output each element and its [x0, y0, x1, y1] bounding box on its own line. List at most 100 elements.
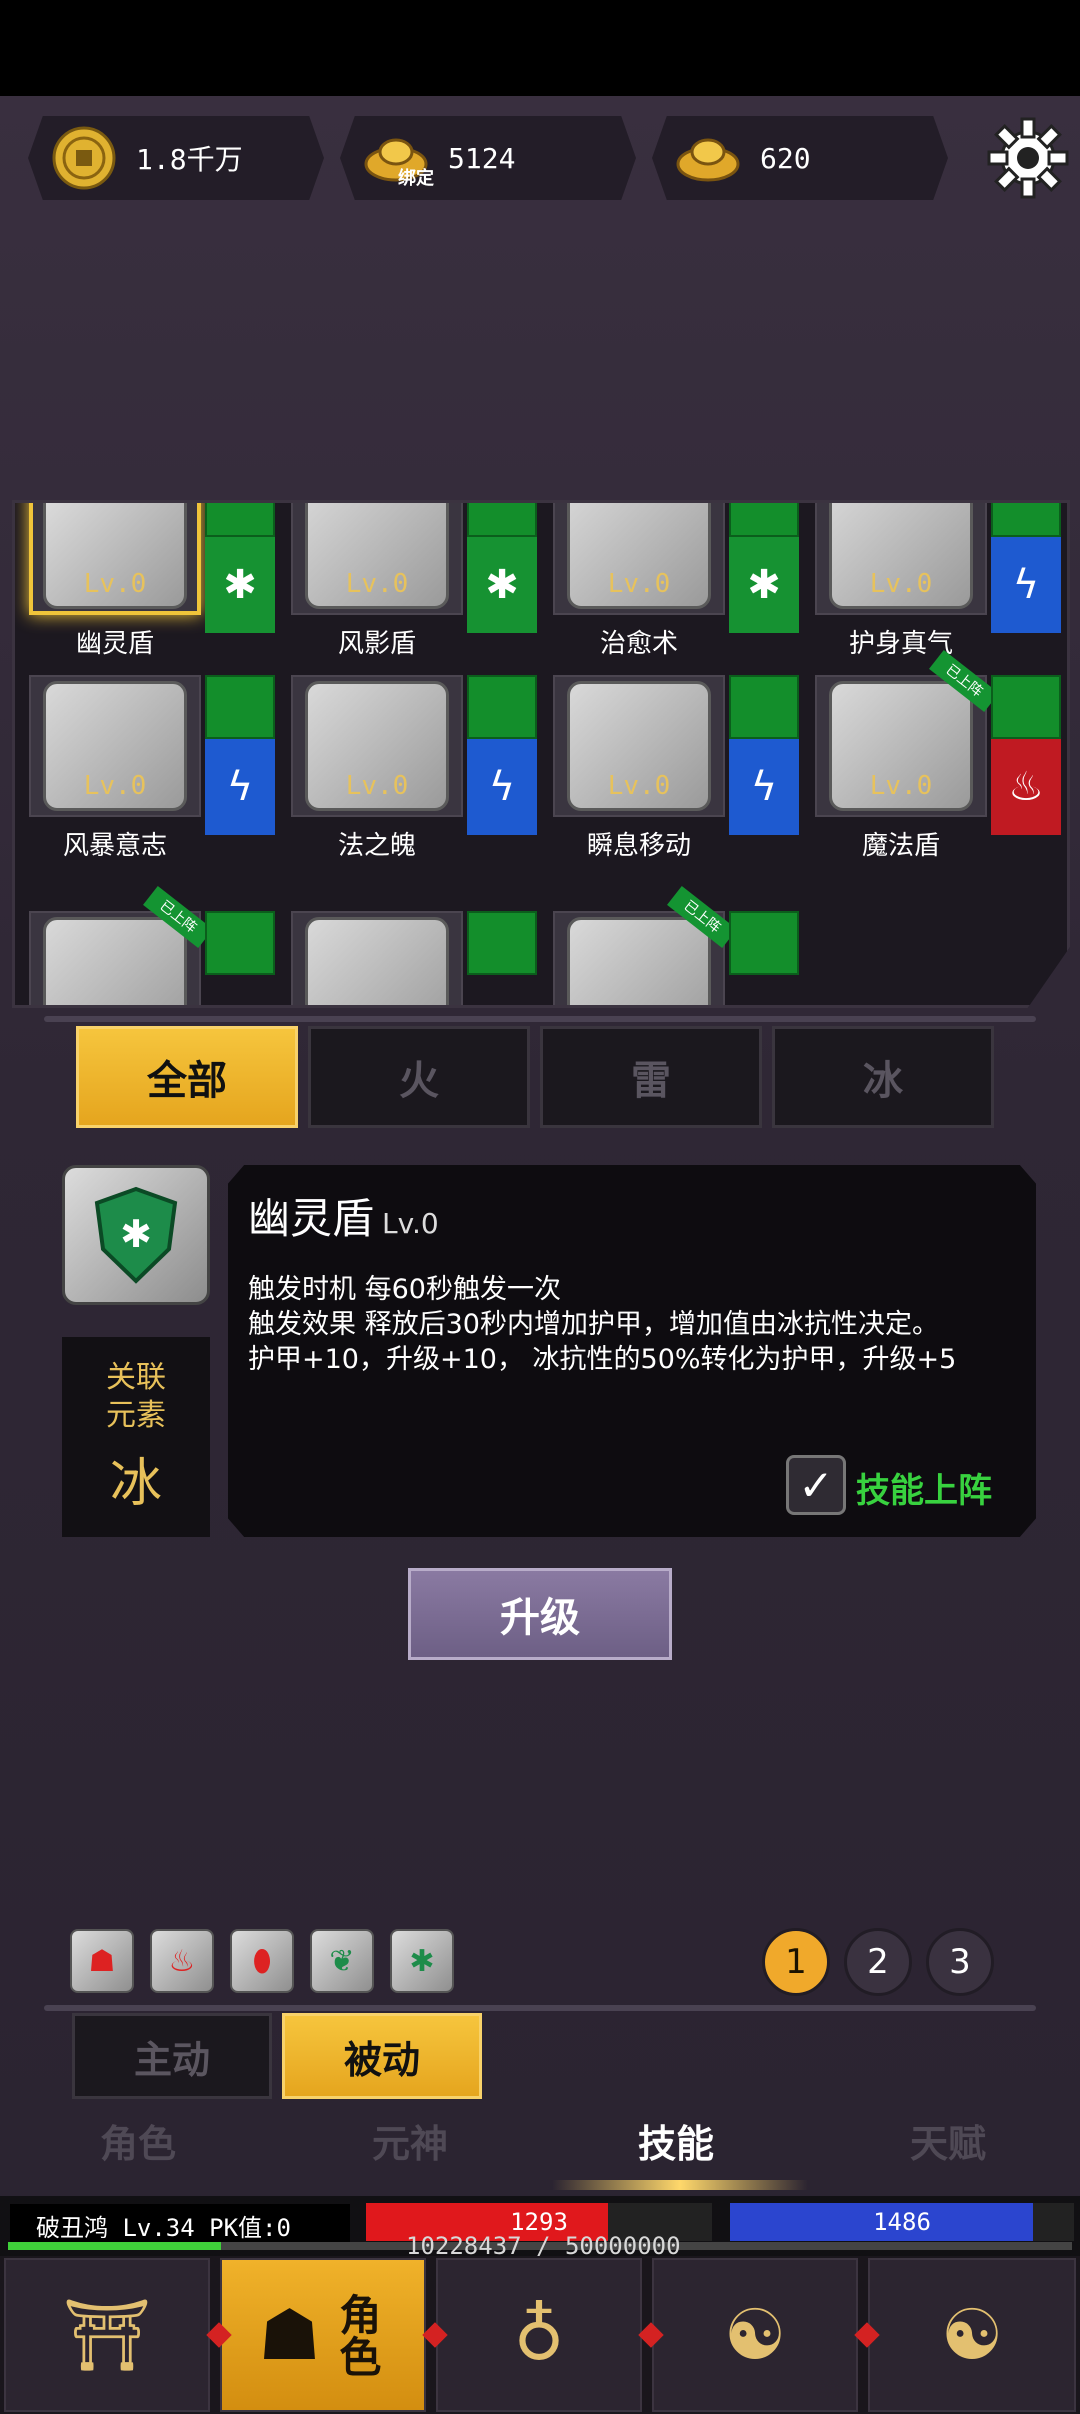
- coin-icon: [52, 126, 116, 190]
- nav-character-button[interactable]: ☗ 角色: [220, 2258, 426, 2412]
- related-label: 关联: [106, 1359, 166, 1395]
- nav-meditation-button[interactable]: ☯: [652, 2258, 858, 2412]
- loadout-page-1[interactable]: 1: [762, 1928, 830, 1996]
- related-element-box: 关联 元素 冰: [62, 1337, 210, 1537]
- bound-ingot-counter[interactable]: 绑定 5124: [340, 116, 636, 200]
- skill-name: 风暴意志: [62, 831, 167, 861]
- nav-town-button[interactable]: ⛩: [4, 2258, 210, 2412]
- slot-indicator: [729, 911, 799, 975]
- ingot-value: 620: [760, 141, 811, 175]
- system-status-bar: [0, 0, 1080, 96]
- tab-all[interactable]: 全部: [76, 1026, 298, 1128]
- slot-indicator: [729, 503, 799, 537]
- nav-taichi-button[interactable]: ☯: [868, 2258, 1076, 2412]
- skill-level: Lv.0: [83, 771, 147, 801]
- settings-gear-icon[interactable]: [985, 115, 1071, 201]
- tab-passive-skills[interactable]: 被动: [282, 2013, 482, 2099]
- skill-level: Lv.0: [869, 569, 933, 599]
- nav-character-label: 角色: [332, 2293, 382, 2377]
- fire-element-icon: ♨: [991, 739, 1061, 835]
- bound-label: 绑定: [398, 168, 434, 189]
- divider: [44, 1016, 1036, 1022]
- skill-name: 治愈术: [599, 629, 678, 659]
- active-tab-indicator: [552, 2180, 808, 2190]
- trigger-time-line: 触发时机 每60秒触发一次: [248, 1267, 561, 1306]
- coin-value: 1.8千万: [136, 143, 243, 176]
- skill-detail-line: 护甲+10，升级+10， 冰抗性的50%转化为护甲，升级+5: [248, 1344, 957, 1375]
- bound-ingot-value: 5124: [448, 141, 516, 175]
- skill-name: 瞬息移动: [586, 831, 691, 861]
- ice-element-icon: ✱: [729, 537, 799, 633]
- equipped-skill-5-icon[interactable]: ✱: [390, 1929, 454, 1993]
- skill-fire-icon: [305, 917, 449, 1005]
- equipped-skill-2-icon[interactable]: ♨: [150, 1929, 214, 1993]
- skill-level: Lv.0: [607, 771, 671, 801]
- slot-indicator: [467, 503, 537, 537]
- skill-level: Lv.0: [83, 569, 147, 599]
- town-icon: ⛩: [62, 2293, 152, 2376]
- trigger-effect-label: 触发效果: [248, 1309, 356, 1340]
- slot-indicator: [205, 911, 275, 975]
- loadout-page-3[interactable]: 3: [926, 1928, 994, 1996]
- trigger-effect-line: 触发效果 释放后30秒内增加护甲，增加值由冰抗性决定。: [248, 1302, 939, 1341]
- slot-indicator: [467, 911, 537, 975]
- equipped-skill-4-icon[interactable]: ❦: [310, 1929, 374, 1993]
- thunder-element-icon: ϟ: [991, 537, 1061, 633]
- tab-thunder[interactable]: 雷: [540, 1026, 762, 1128]
- slot-indicator: [205, 503, 275, 537]
- related-element-value: 冰: [109, 1453, 162, 1514]
- coin-counter[interactable]: 1.8千万: [28, 116, 324, 200]
- equipped-skill-3-icon[interactable]: ⬮: [230, 1929, 294, 1993]
- meditation-icon: ☯: [723, 2294, 787, 2376]
- tab-active-skills[interactable]: 主动: [72, 2013, 272, 2099]
- thunder-element-icon: ϟ: [205, 739, 275, 835]
- ingot-icon: [676, 138, 740, 182]
- slot-indicator: [205, 675, 275, 739]
- nav-bag-button[interactable]: ♁: [436, 2258, 642, 2412]
- thunder-element-icon: ϟ: [467, 739, 537, 835]
- tab-fire[interactable]: 火: [308, 1026, 530, 1128]
- tab-spirit[interactable]: 元神: [372, 2113, 448, 2168]
- skill-fire-armor-icon: [567, 917, 711, 1005]
- tab-character[interactable]: 角色: [100, 2113, 176, 2168]
- element-label: 元素: [106, 1397, 166, 1433]
- ghost-shield-icon: ✱: [94, 1186, 178, 1284]
- trigger-time-label: 触发时机: [248, 1274, 356, 1305]
- deploy-skill-checkbox[interactable]: ✓: [786, 1455, 846, 1515]
- player-info: 破丑鸿 Lv.34 PK值:0: [10, 2204, 350, 2246]
- tab-ice[interactable]: 冰: [772, 1026, 994, 1128]
- bag-icon: ♁: [513, 2294, 565, 2376]
- deploy-skill-label[interactable]: 技能上阵: [856, 1463, 992, 1512]
- skill-fire-icon: [43, 917, 187, 1005]
- tab-talent[interactable]: 天赋: [910, 2113, 986, 2168]
- trigger-effect-value: 释放后30秒内增加护甲，增加值由冰抗性决定。: [364, 1309, 939, 1340]
- divider: [44, 2005, 1036, 2011]
- skill-title: 幽灵盾 Lv.0: [248, 1185, 439, 1246]
- character-icon: ☗: [258, 2294, 321, 2376]
- skill-name: 护身真气: [848, 629, 953, 659]
- skill-level: Lv.0: [607, 569, 671, 599]
- slot-indicator: [991, 503, 1061, 537]
- exp-fill: [8, 2242, 221, 2250]
- mp-value: 1486: [873, 2208, 931, 2236]
- skill-name: 魔法盾: [861, 831, 940, 861]
- skill-level: Lv.0: [869, 771, 933, 801]
- skill-name: 幽灵盾: [75, 629, 154, 659]
- tab-skills[interactable]: 技能: [638, 2113, 714, 2168]
- mp-bar: 1486: [730, 2203, 1074, 2241]
- skill-title-text: 幽灵盾: [248, 1194, 375, 1243]
- skill-grid-panel[interactable]: Lv.0 幽灵盾 ✱ Lv.0 风影盾 ✱ Lv.0 治愈术 ✱ Lv.0 护身…: [12, 500, 1070, 1008]
- skill-title-level: Lv.0: [382, 1207, 439, 1240]
- skill-name: 法之魄: [337, 831, 416, 861]
- ingot-counter[interactable]: 620: [652, 116, 948, 200]
- slot-indicator: [729, 675, 799, 739]
- slot-indicator: [991, 675, 1061, 739]
- taichi-icon: ☯: [940, 2294, 1004, 2376]
- equipped-skill-1-icon[interactable]: ☗: [70, 1929, 134, 1993]
- loadout-page-2[interactable]: 2: [844, 1928, 912, 1996]
- trigger-time-value: 每60秒触发一次: [364, 1274, 561, 1305]
- svg-text:✱: ✱: [120, 1212, 152, 1256]
- upgrade-button[interactable]: 升级: [408, 1568, 672, 1660]
- thunder-element-icon: ϟ: [729, 739, 799, 835]
- skill-level: Lv.0: [345, 569, 409, 599]
